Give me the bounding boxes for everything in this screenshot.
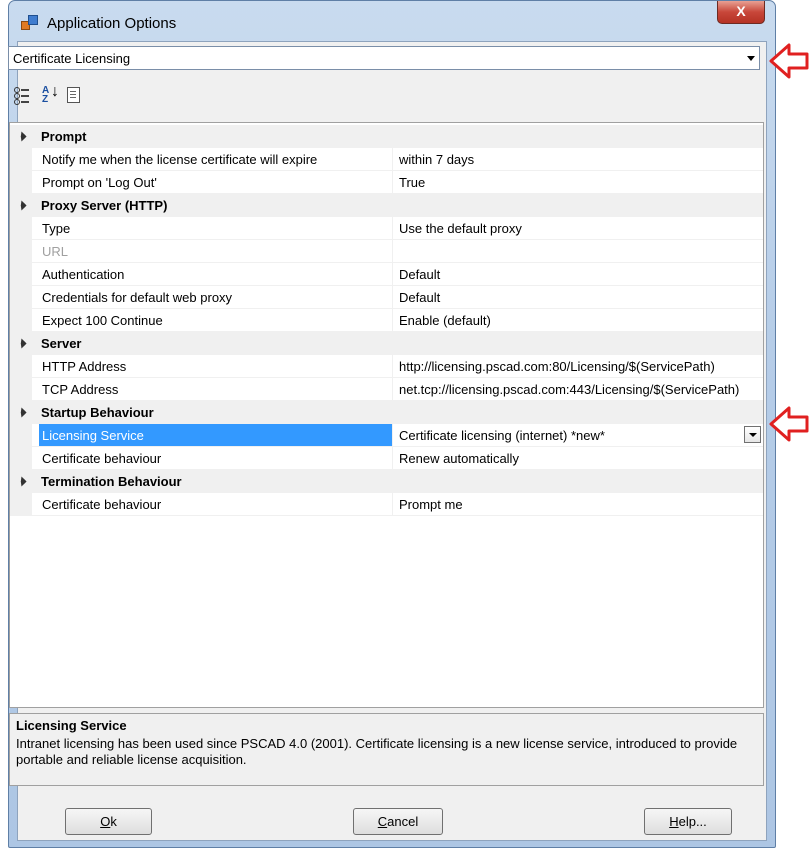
property-value[interactable]: Renew automatically [398,447,762,469]
property-name: TCP Address [39,378,393,400]
category-prompt[interactable]: Prompt [10,125,763,148]
property-name: Expect 100 Continue [39,309,393,331]
property-grid: Prompt Notify me when the license certif… [9,122,764,708]
property-name: HTTP Address [39,355,393,377]
cancel-mnemonic: C [377,814,388,829]
property-row[interactable]: Expect 100 Continue Enable (default) [10,309,763,332]
description-text: Intranet licensing has been used since P… [16,736,738,767]
row-gutter [10,286,32,309]
description-title: Licensing Service [16,718,127,733]
property-value[interactable]: Default [398,286,762,308]
categorized-icon[interactable] [11,84,33,106]
category-label: Termination Behaviour [41,474,182,489]
category-label: Startup Behaviour [41,405,154,420]
title-bar: Application Options X [9,1,775,41]
callout-arrow-icon [768,403,810,445]
description-panel: Licensing Service Intranet licensing has… [9,713,764,786]
property-value[interactable]: True [398,171,762,193]
category-server[interactable]: Server [10,332,763,355]
property-name: Notify me when the license certificate w… [39,148,393,170]
property-pages-icon[interactable] [63,84,85,106]
ok-label: k [110,814,117,829]
property-row[interactable]: URL [10,240,763,263]
property-value[interactable]: Default [398,263,762,285]
category-termination-behaviour[interactable]: Termination Behaviour [10,470,763,493]
property-row[interactable]: Notify me when the license certificate w… [10,148,763,171]
property-name: Prompt on 'Log Out' [39,171,393,193]
cancel-button[interactable]: Cancel [353,808,443,835]
collapse-triangle-icon[interactable] [16,476,27,487]
category-dropdown-value: Certificate Licensing [13,51,131,66]
property-row[interactable]: HTTP Address http://licensing.pscad.com:… [10,355,763,378]
property-name: Credentials for default web proxy [39,286,393,308]
row-gutter [10,148,32,171]
row-gutter [10,355,32,378]
row-gutter [10,424,32,447]
close-button[interactable]: X [717,1,765,24]
category-label: Proxy Server (HTTP) [41,198,168,213]
chevron-down-icon[interactable] [747,56,755,61]
property-row-selected[interactable]: Licensing Service Certificate licensing … [10,424,763,447]
row-gutter [10,240,32,263]
alphabetical-sort-icon[interactable]: A Z ↓ [39,84,61,106]
property-row[interactable]: TCP Address net.tcp://licensing.pscad.co… [10,378,763,401]
category-proxy-server[interactable]: Proxy Server (HTTP) [10,194,763,217]
ok-mnemonic: O [100,814,111,829]
property-value[interactable]: Certificate licensing (internet) *new* [398,424,762,446]
row-gutter [10,217,32,240]
property-name: Certificate behaviour [39,493,393,515]
ok-button[interactable]: Ok [65,808,152,835]
row-gutter [10,263,32,286]
property-row[interactable]: Certificate behaviour Prompt me [10,493,763,516]
property-value[interactable]: Prompt me [398,493,762,515]
property-name: Certificate behaviour [39,447,393,469]
row-gutter [10,171,32,194]
cancel-label: ancel [387,814,419,829]
property-row[interactable]: Credentials for default web proxy Defaul… [10,286,763,309]
property-value[interactable]: within 7 days [398,148,762,170]
row-gutter [10,309,32,332]
application-icon [21,15,38,30]
property-name: Licensing Service [39,424,393,446]
collapse-triangle-icon[interactable] [16,407,27,418]
category-label: Prompt [41,129,87,144]
collapse-triangle-icon[interactable] [16,200,27,211]
help-label: elp... [678,814,707,829]
help-mnemonic: H [669,814,679,829]
help-button[interactable]: Help... [644,808,732,835]
row-gutter [10,447,32,470]
property-name: URL [39,240,393,262]
category-dropdown[interactable]: Certificate Licensing [8,46,760,70]
property-row[interactable]: Authentication Default [10,263,763,286]
property-value[interactable]: net.tcp://licensing.pscad.com:443/Licens… [398,378,762,400]
property-row[interactable]: Certificate behaviour Renew automaticall… [10,447,763,470]
category-startup-behaviour[interactable]: Startup Behaviour [10,401,763,424]
collapse-triangle-icon[interactable] [16,131,27,142]
property-value[interactable] [398,240,762,262]
property-row[interactable]: Prompt on 'Log Out' True [10,171,763,194]
category-label: Server [41,336,82,351]
property-grid-toolbar: A Z ↓ [9,84,129,108]
property-name: Authentication [39,263,393,285]
row-gutter [10,493,32,516]
property-value[interactable]: http://licensing.pscad.com:80/Licensing/… [398,355,762,377]
collapse-triangle-icon[interactable] [16,338,27,349]
callout-arrow-icon [768,40,810,82]
property-name: Type [39,217,393,239]
property-value[interactable]: Enable (default) [398,309,762,331]
window-title: Application Options [47,15,177,32]
row-gutter [10,378,32,401]
property-row[interactable]: Type Use the default proxy [10,217,763,240]
value-dropdown-button[interactable] [744,426,761,443]
property-value[interactable]: Use the default proxy [398,217,762,239]
